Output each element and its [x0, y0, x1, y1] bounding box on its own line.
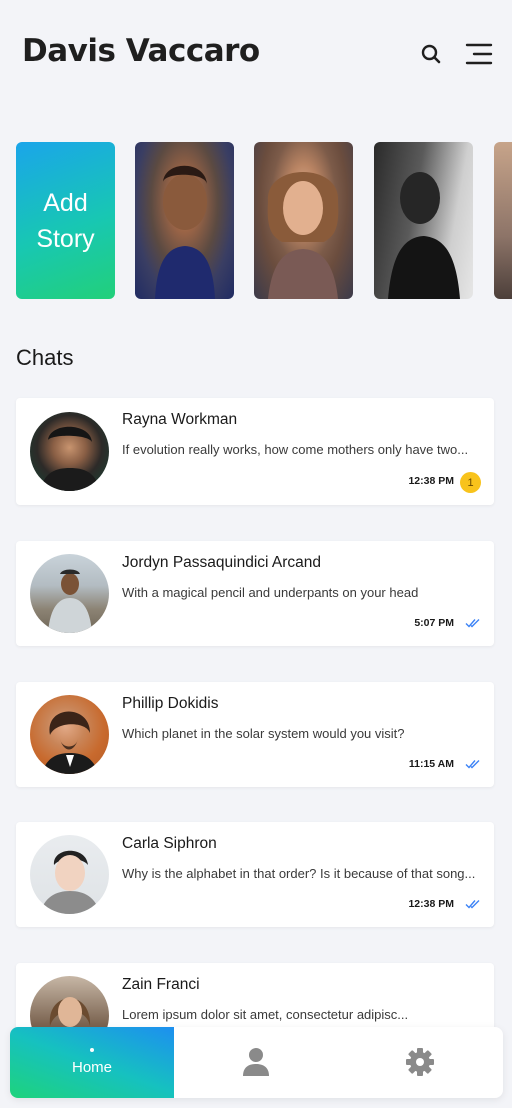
menu-button[interactable]	[463, 38, 495, 70]
chat-item[interactable]: Carla Siphron Why is the alphabet in tha…	[16, 822, 494, 927]
chat-time: 11:15 AM	[408, 758, 454, 770]
chats-heading: Chats	[16, 345, 74, 370]
profile-icon	[243, 1048, 269, 1076]
avatar	[30, 695, 109, 774]
stories-row: Add Story	[0, 142, 512, 300]
chat-name: Carla Siphron	[122, 835, 217, 852]
chat-name: Phillip Dokidis	[122, 695, 219, 712]
avatar	[30, 835, 109, 914]
page-title: Davis Vaccaro	[22, 33, 260, 69]
chat-preview: Which planet in the solar system would y…	[122, 726, 405, 741]
chat-item[interactable]: Phillip Dokidis Which planet in the sola…	[16, 682, 494, 787]
add-story-label: Add Story	[36, 188, 95, 253]
active-indicator	[90, 1048, 94, 1052]
tab-profile[interactable]	[241, 1047, 271, 1077]
avatar	[30, 554, 109, 633]
double-check-icon	[465, 619, 480, 628]
tab-home-label: Home	[71, 1059, 112, 1076]
chat-time: 12:38 PM	[408, 475, 454, 487]
chat-item[interactable]: Rayna Workman If evolution really works,…	[16, 398, 494, 505]
tab-home[interactable]: Home	[10, 1027, 174, 1098]
story-photo	[155, 165, 215, 299]
story-card[interactable]	[374, 142, 473, 299]
chat-name: Rayna Workman	[122, 411, 238, 428]
story-photo	[388, 172, 460, 299]
chat-time: 5:07 PM	[414, 617, 454, 629]
bottom-nav: Home	[10, 1027, 503, 1098]
chat-time: 12:38 PM	[408, 898, 454, 910]
search-icon	[421, 44, 441, 64]
app-header: Davis Vaccaro	[0, 0, 512, 110]
settings-icon	[406, 1048, 434, 1076]
unread-badge: 1	[460, 472, 481, 493]
avatar	[30, 412, 109, 491]
double-check-icon	[465, 900, 480, 909]
story-photo	[267, 172, 339, 299]
add-story-button[interactable]: Add Story	[16, 142, 115, 299]
tab-settings[interactable]	[405, 1047, 435, 1077]
chat-preview: If evolution really works, how come moth…	[122, 442, 469, 457]
chat-preview: Why is the alphabet in that order? Is it…	[122, 866, 476, 881]
story-card[interactable]	[254, 142, 353, 299]
chat-preview: With a magical pencil and underpants on …	[122, 585, 419, 600]
story-card[interactable]	[135, 142, 234, 299]
double-check-icon	[465, 760, 480, 769]
chat-name: Jordyn Passaquindici Arcand	[122, 554, 322, 571]
story-card[interactable]	[494, 142, 512, 299]
chat-preview: Lorem ipsum dolor sit amet, consectetur …	[122, 1007, 409, 1022]
menu-icon	[465, 43, 493, 65]
chat-item[interactable]: Jordyn Passaquindici Arcand With a magic…	[16, 541, 494, 646]
search-button[interactable]	[415, 38, 447, 70]
chat-name: Zain Franci	[122, 976, 200, 993]
